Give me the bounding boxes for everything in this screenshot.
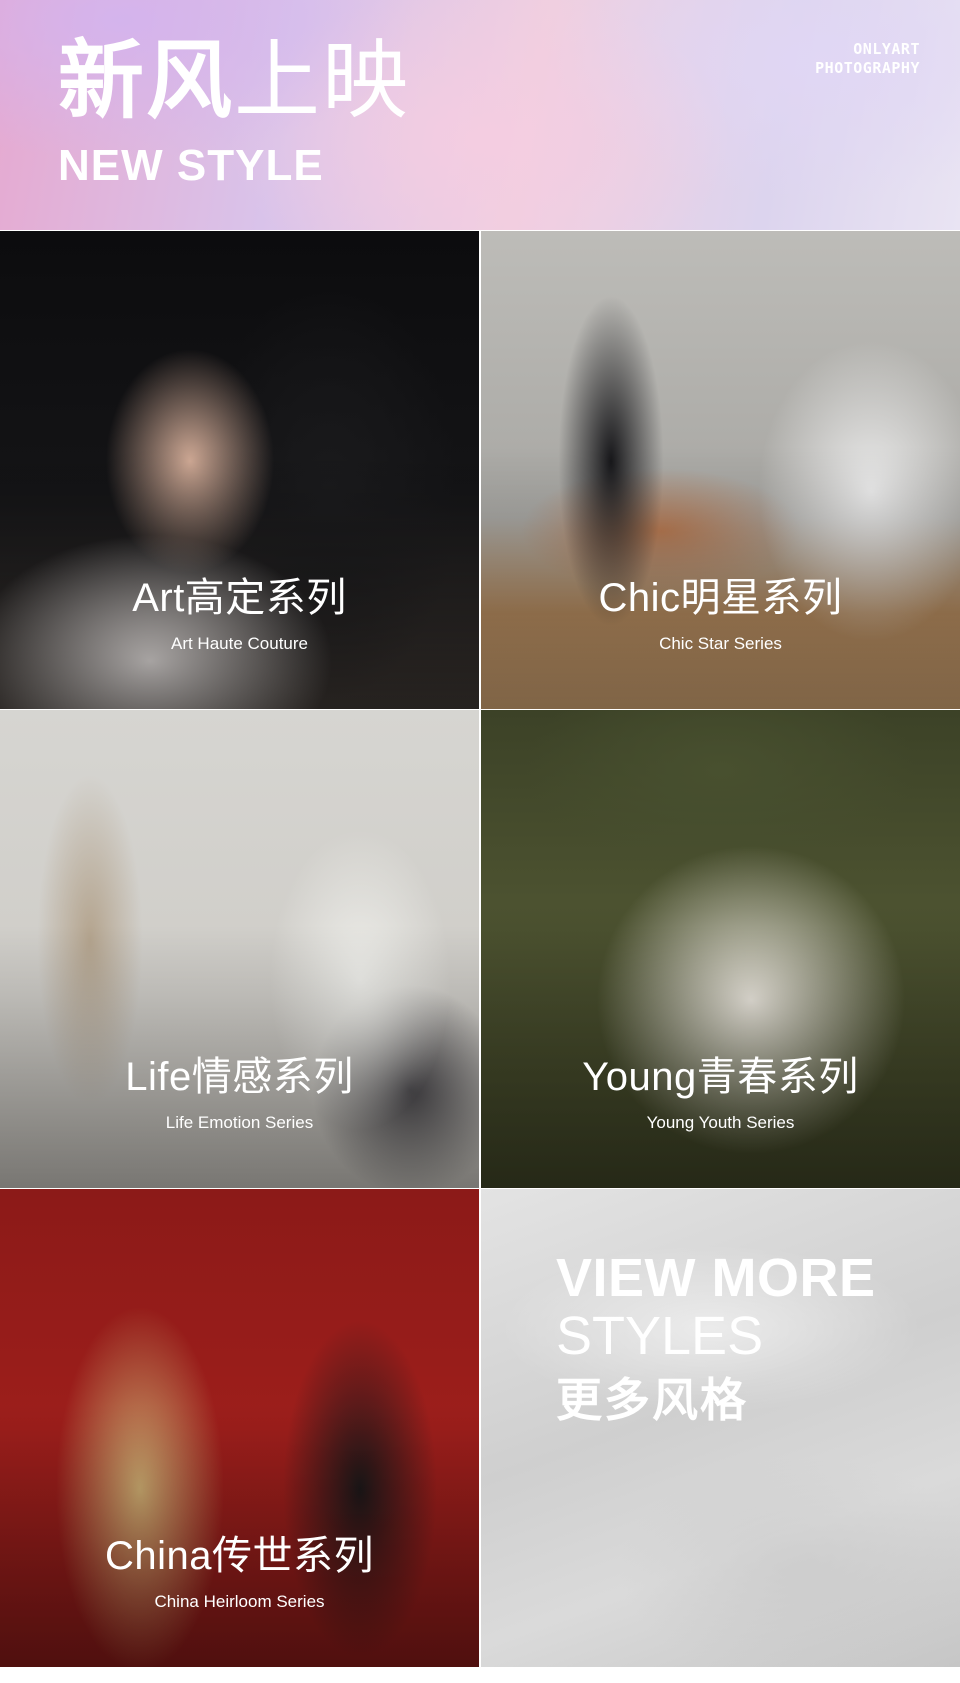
series-card-china[interactable]: China传世系列 China Heirloom Series	[0, 1189, 479, 1667]
brand-line-2: PHOTOGRAPHY	[815, 59, 920, 77]
title-cn-bold: 新风	[58, 33, 234, 129]
page-title-en: NEW STYLE	[58, 141, 324, 190]
style-showcase-page: 新风上映 NEW STYLE ONLYART PHOTOGRAPHY Art高定…	[0, 0, 960, 1683]
view-more-title-cn: 更多风格	[556, 1374, 748, 1426]
series-title-en: Art Haute Couture	[170, 634, 308, 653]
brand-line-1: ONLYART	[853, 40, 920, 58]
series-title-en: Young Youth Series	[646, 1113, 795, 1132]
series-title-cn: Life情感系列	[125, 1055, 354, 1099]
series-card-art[interactable]: Art高定系列 Art Haute Couture	[0, 231, 479, 709]
header-banner: 新风上映 NEW STYLE ONLYART PHOTOGRAPHY	[0, 0, 960, 230]
series-title-en: Life Emotion Series	[165, 1113, 314, 1132]
page-title-cn: 新风上映	[58, 38, 410, 124]
series-card-chic[interactable]: Chic明星系列 Chic Star Series	[481, 231, 960, 709]
title-cn-thin: 上映	[234, 33, 410, 129]
series-card-life[interactable]: Life情感系列 Life Emotion Series	[0, 710, 479, 1188]
series-title-cn: Young青春系列	[582, 1055, 859, 1099]
view-more-title-line2: STYLES	[556, 1306, 764, 1366]
series-title-en: China Heirloom Series	[154, 1592, 325, 1611]
view-more-title-line1: VIEW MORE	[556, 1248, 876, 1308]
series-title-cn: Art高定系列	[132, 576, 347, 620]
brand-logo: ONLYART PHOTOGRAPHY	[815, 40, 920, 78]
series-card-young[interactable]: Young青春系列 Young Youth Series	[481, 710, 960, 1188]
series-title-en: Chic Star Series	[659, 634, 782, 653]
view-more-card[interactable]: VIEW MORE STYLES 更多风格	[481, 1189, 960, 1667]
series-title-cn: China传世系列	[104, 1534, 374, 1578]
series-title-cn: Chic明星系列	[598, 576, 843, 620]
